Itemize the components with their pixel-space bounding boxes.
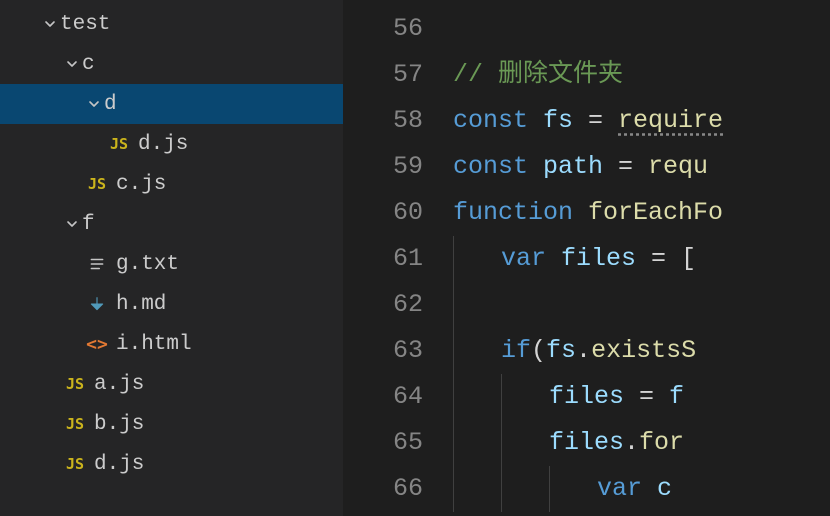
folder-item-c[interactable]: c — [0, 44, 343, 84]
code-token: files — [549, 374, 624, 420]
code-token: files — [561, 236, 636, 282]
code-token: // 删除文件夹 — [453, 52, 623, 98]
file-item-h-md[interactable]: h.md — [0, 284, 343, 324]
file-item-i-html[interactable]: <> i.html — [0, 324, 343, 364]
code-token: var — [501, 236, 561, 282]
line-number: 56 — [343, 6, 423, 52]
file-item-g-txt[interactable]: g.txt — [0, 244, 343, 284]
file-item-d-js[interactable]: JS d.js — [0, 444, 343, 484]
line-number-gutter: 5657585960616263646566 — [343, 6, 453, 516]
code-line[interactable] — [453, 6, 830, 52]
js-icon: JS — [106, 135, 132, 153]
text-file-icon — [84, 255, 110, 273]
js-icon: JS — [62, 415, 88, 433]
indent-guide — [501, 466, 502, 512]
code-token: . — [576, 328, 591, 374]
line-number: 66 — [343, 466, 423, 512]
js-icon: JS — [84, 175, 110, 193]
tree-item-label: d — [104, 93, 117, 116]
code-line[interactable]: var c — [453, 466, 830, 512]
markdown-icon — [84, 295, 110, 313]
code-line[interactable]: files = f — [453, 374, 830, 420]
js-icon: JS — [62, 455, 88, 473]
indent-guide — [501, 374, 502, 420]
tree-item-label: i.html — [116, 333, 192, 356]
code-line[interactable]: const path = requ — [453, 144, 830, 190]
code-line[interactable]: // 删除文件夹 — [453, 52, 830, 98]
code-token: path — [543, 144, 603, 190]
code-token: = — [573, 98, 618, 144]
indent-guide — [501, 420, 502, 466]
code-token: existsS — [591, 328, 696, 374]
tree-item-label: d.js — [138, 133, 188, 156]
line-number: 57 — [343, 52, 423, 98]
chevron-down-icon — [84, 96, 104, 112]
chevron-down-icon — [62, 216, 82, 232]
line-number: 63 — [343, 328, 423, 374]
html-icon: <> — [84, 334, 110, 355]
code-token: = [ — [636, 236, 696, 282]
code-token: = — [603, 144, 648, 190]
folder-item-d[interactable]: d — [0, 84, 343, 124]
code-token: require — [618, 98, 723, 144]
line-number: 64 — [343, 374, 423, 420]
code-token: function — [453, 190, 588, 236]
code-line[interactable]: function forEachFo — [453, 190, 830, 236]
line-number: 59 — [343, 144, 423, 190]
line-number: 65 — [343, 420, 423, 466]
indent-guide — [453, 282, 454, 328]
line-number: 60 — [343, 190, 423, 236]
tree-item-label: c — [82, 53, 95, 76]
indent-guide — [549, 466, 550, 512]
line-number: 58 — [343, 98, 423, 144]
indent-guide — [453, 420, 454, 466]
code-token: requ — [648, 144, 708, 190]
file-item-a-js[interactable]: JS a.js — [0, 364, 343, 404]
code-line[interactable] — [453, 282, 830, 328]
indent-guide — [453, 466, 454, 512]
code-token: files — [549, 420, 624, 466]
folder-item-f[interactable]: f — [0, 204, 343, 244]
code-token: ( — [531, 328, 546, 374]
code-token: for — [639, 420, 684, 466]
tree-item-label: g.txt — [116, 253, 179, 276]
tree-item-label: h.md — [116, 293, 166, 316]
indent-guide — [453, 236, 454, 282]
code-token: const — [453, 144, 543, 190]
line-number: 62 — [343, 282, 423, 328]
folder-item-test[interactable]: test — [0, 4, 343, 44]
code-token: var — [597, 466, 657, 512]
code-token: fs — [546, 328, 576, 374]
code-token: const — [453, 98, 543, 144]
file-explorer: test cd JS d.js JS c.js f g.txt h.md <> i.html JS a.… — [0, 0, 343, 516]
code-token: . — [624, 420, 639, 466]
indent-guide — [453, 374, 454, 420]
js-icon: JS — [62, 375, 88, 393]
tree-item-label: test — [60, 13, 110, 36]
code-token: c — [657, 466, 672, 512]
code-token: = — [624, 374, 669, 420]
code-editor[interactable]: 5657585960616263646566 // 删除文件夹const fs … — [343, 0, 830, 516]
line-number: 61 — [343, 236, 423, 282]
tree-item-label: f — [82, 213, 95, 236]
code-line[interactable]: const fs = require — [453, 98, 830, 144]
chevron-down-icon — [40, 16, 60, 32]
tree-item-label: a.js — [94, 373, 144, 396]
code-line[interactable]: files.for — [453, 420, 830, 466]
code-token: forEachFo — [588, 190, 723, 236]
code-token: f — [669, 374, 684, 420]
code-line[interactable]: if(fs.existsS — [453, 328, 830, 374]
file-item-b-js[interactable]: JS b.js — [0, 404, 343, 444]
code-line[interactable]: var files = [ — [453, 236, 830, 282]
code-token: fs — [543, 98, 573, 144]
code-content[interactable]: // 删除文件夹const fs = requireconst path = r… — [453, 6, 830, 516]
code-token: if — [501, 328, 531, 374]
indent-guide — [453, 328, 454, 374]
chevron-down-icon — [62, 56, 82, 72]
tree-item-label: c.js — [116, 173, 166, 196]
file-item-d-js[interactable]: JS d.js — [0, 124, 343, 164]
file-item-c-js[interactable]: JS c.js — [0, 164, 343, 204]
tree-item-label: b.js — [94, 413, 144, 436]
tree-item-label: d.js — [94, 453, 144, 476]
